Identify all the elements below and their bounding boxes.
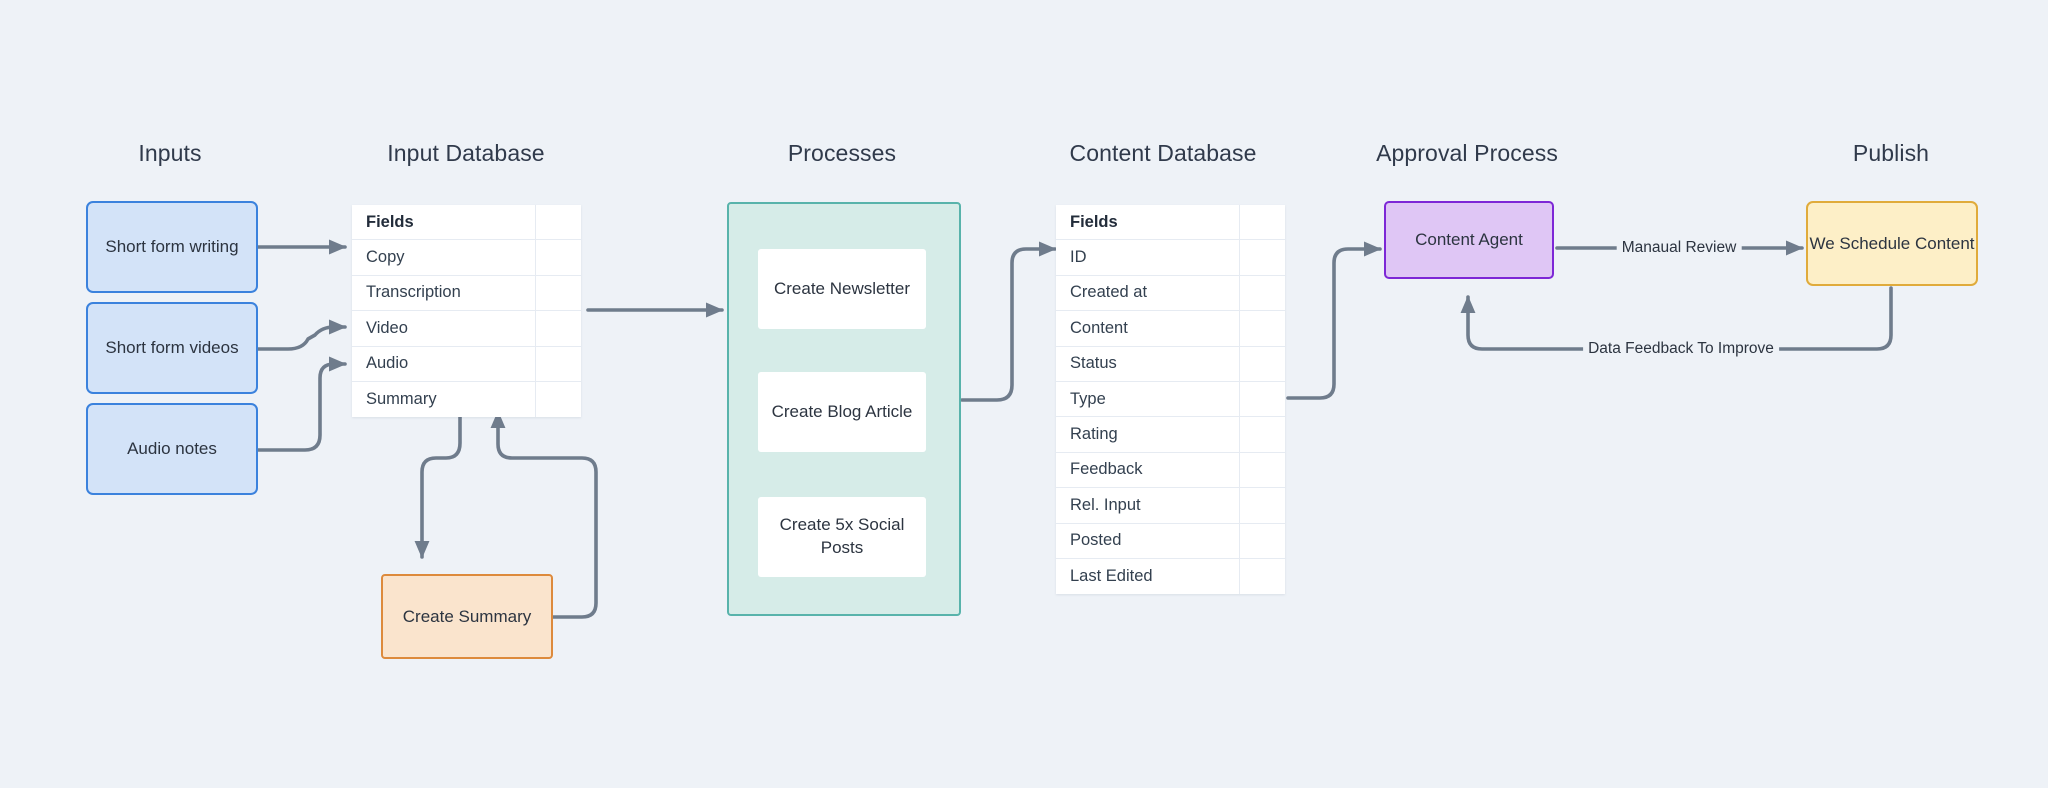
table-cell-value	[536, 240, 581, 274]
table-cell-value	[536, 382, 581, 417]
table-cell-value	[1240, 240, 1285, 274]
table-row[interactable]: Transcription	[352, 275, 581, 312]
table-cell-value	[536, 311, 581, 345]
table-cell-field: Audio	[352, 346, 536, 381]
input-node-label: Short form writing	[105, 237, 239, 256]
input-node-label: Audio notes	[127, 439, 217, 458]
table-row[interactable]: Rating	[1056, 417, 1285, 453]
table-cell-value	[536, 347, 581, 381]
table-cell-field: Content	[1056, 311, 1240, 346]
table-row[interactable]: Type	[1056, 381, 1285, 418]
input-database-table: Fields Copy Transcription Video Audio Su…	[352, 205, 581, 418]
table-row[interactable]: Feedback	[1056, 452, 1285, 489]
table-header-cell: Fields	[352, 205, 536, 240]
table-row[interactable]: Posted	[1056, 523, 1285, 559]
table-cell-field: Feedback	[1056, 452, 1240, 488]
table-cell-field: Created at	[1056, 275, 1240, 311]
edge-label-data-feedback: Data Feedback To Improve	[1583, 340, 1779, 358]
column-heading-content-database: Content Database	[1069, 140, 1257, 166]
content-database-table: Fields ID Created at Content Status Type…	[1056, 205, 1285, 595]
table-row[interactable]: Rel. Input	[1056, 488, 1285, 524]
process-card-create-newsletter[interactable]: Create Newsletter	[758, 249, 926, 329]
table-row[interactable]: Summary	[352, 381, 581, 418]
input-node-audio-notes[interactable]: Audio notes	[86, 403, 258, 495]
table-cell-value	[1240, 382, 1285, 416]
process-card-label: Create Newsletter	[773, 278, 911, 298]
table-cell-field: Video	[352, 311, 536, 346]
table-cell-value	[1240, 488, 1285, 522]
table-header-row: Fields	[352, 205, 581, 241]
table-row[interactable]: Audio	[352, 346, 581, 382]
table-row[interactable]: Last Edited	[1056, 558, 1285, 595]
table-cell-field: Status	[1056, 346, 1240, 381]
diagram-canvas: Inputs Input Database Processes Content …	[0, 0, 2048, 788]
column-heading-processes: Processes	[787, 140, 897, 166]
edge-label-manual-review: Manaual Review	[1616, 239, 1742, 257]
table-header-row: Fields	[1056, 205, 1285, 241]
content-agent-label: Content Agent	[1415, 230, 1523, 249]
process-card-label: Create Blog Article	[771, 401, 913, 421]
wire-contentdb-to-agent	[1286, 241, 1382, 400]
table-header-cell-blank	[536, 205, 581, 239]
table-cell-value	[1240, 311, 1285, 345]
schedule-content-node[interactable]: We Schedule Content	[1806, 201, 1978, 286]
column-heading-publish: Publish	[1852, 140, 1930, 166]
table-cell-field: Rel. Input	[1056, 488, 1240, 523]
input-node-label: Short form videos	[105, 338, 239, 357]
table-row[interactable]: Status	[1056, 346, 1285, 382]
table-cell-field: ID	[1056, 240, 1240, 275]
table-row[interactable]: ID	[1056, 240, 1285, 276]
column-heading-approval-process: Approval Process	[1376, 140, 1558, 166]
table-cell-value	[1240, 524, 1285, 558]
table-row[interactable]: Created at	[1056, 275, 1285, 312]
table-cell-value	[536, 276, 581, 310]
column-heading-inputs: Inputs	[138, 140, 202, 166]
process-card-create-blog-article[interactable]: Create Blog Article	[758, 372, 926, 452]
content-agent-node[interactable]: Content Agent	[1384, 201, 1554, 279]
schedule-content-label: We Schedule Content	[1809, 233, 1975, 253]
table-cell-field: Posted	[1056, 523, 1240, 558]
create-summary-label: Create Summary	[402, 606, 532, 626]
wire-processes-to-contentdb	[960, 241, 1057, 402]
input-node-short-form-videos[interactable]: Short form videos	[86, 302, 258, 394]
table-cell-field: Summary	[352, 381, 536, 418]
table-row[interactable]: Copy	[352, 240, 581, 276]
table-header-cell-blank	[1240, 205, 1285, 239]
wire-summary-field-to-create-summary	[414, 410, 462, 559]
table-cell-field: Copy	[352, 240, 536, 275]
create-summary-node[interactable]: Create Summary	[381, 574, 553, 659]
wire-videos-to-video	[256, 319, 347, 351]
wire-audio-to-audio	[256, 356, 347, 452]
table-cell-field: Transcription	[352, 275, 536, 311]
process-card-label: Create 5x Social Posts	[779, 515, 905, 557]
table-cell-field: Type	[1056, 381, 1240, 417]
input-node-short-form-writing[interactable]: Short form writing	[86, 201, 258, 293]
table-cell-value	[1240, 276, 1285, 310]
table-header-cell: Fields	[1056, 205, 1240, 240]
table-row[interactable]: Video	[352, 311, 581, 347]
table-cell-field: Rating	[1056, 417, 1240, 452]
table-cell-value	[1240, 347, 1285, 381]
table-cell-field: Last Edited	[1056, 558, 1240, 595]
column-heading-input-database: Input Database	[387, 140, 545, 166]
table-cell-value	[1240, 453, 1285, 487]
connector-layer	[256, 239, 1893, 619]
table-cell-value	[1240, 559, 1285, 594]
table-cell-value	[1240, 417, 1285, 451]
process-card-create-social-posts[interactable]: Create 5x Social Posts	[758, 497, 926, 577]
table-row[interactable]: Content	[1056, 311, 1285, 347]
